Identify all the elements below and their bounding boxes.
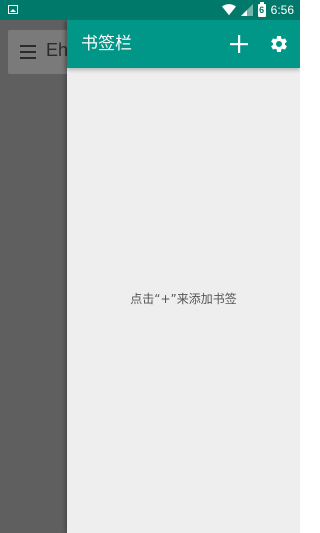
gear-icon — [271, 35, 287, 52]
add-bookmark-button[interactable] — [227, 32, 251, 56]
background-title: Eh — [46, 40, 69, 60]
battery-charging-icon: 6 — [257, 1, 266, 17]
plus-icon — [230, 35, 248, 53]
settings-button[interactable] — [267, 32, 291, 56]
empty-bookmarks-hint: 点击“+”来添加书签 — [130, 292, 237, 306]
signal-icon — [240, 4, 253, 16]
wifi-icon — [221, 4, 236, 16]
status-bar: 6 6:56 — [0, 0, 300, 20]
status-bar-right: 6 6:56 — [221, 0, 294, 20]
drawer-header: 书签栏 — [67, 20, 300, 68]
bookmark-drawer: 书签栏 点击“+”来添加书签 — [67, 20, 300, 533]
screen: 6 6:56 Eh 书签栏 点击“+”来添加书签 — [0, 0, 300, 533]
hamburger-menu-icon[interactable] — [20, 45, 36, 59]
battery-level: 6 — [259, 4, 265, 15]
image-icon — [8, 5, 18, 14]
drawer-title: 书签栏 — [81, 34, 132, 54]
status-time: 6:56 — [270, 3, 294, 17]
